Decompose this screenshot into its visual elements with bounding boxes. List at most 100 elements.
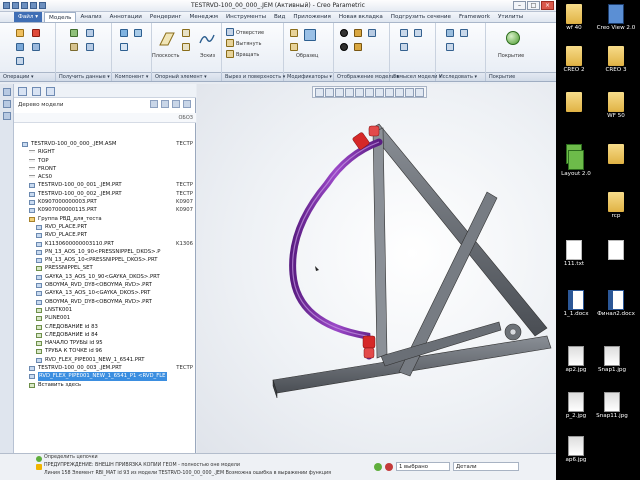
- group-operations[interactable]: Операции ▾: [0, 73, 56, 81]
- group-component[interactable]: Компонент ▾: [112, 73, 152, 81]
- tree-row[interactable]: СЛЕДОВАНИЕ id 83: [14, 323, 196, 331]
- desktop-icon[interactable]: Layout 2.0: [556, 150, 596, 177]
- tree-settings-icon[interactable]: [150, 100, 158, 108]
- shrinkwrap-icon[interactable]: [70, 43, 78, 51]
- selection-filter-dropdown[interactable]: Детали: [453, 462, 519, 471]
- model-tree-icon[interactable]: [18, 87, 27, 96]
- point-icon[interactable]: [182, 43, 190, 51]
- desktop-icon[interactable]: p_2.jpg: [556, 392, 596, 419]
- tree-filter-icon[interactable]: [172, 100, 180, 108]
- tab-utilities[interactable]: Утилиты: [494, 12, 527, 22]
- relations-icon[interactable]: [400, 29, 408, 37]
- hole-label[interactable]: Отверстие: [236, 30, 264, 36]
- desktop-icon[interactable]: 111.txt: [554, 240, 594, 267]
- section-icon[interactable]: [368, 29, 376, 37]
- assembly-model[interactable]: [197, 84, 556, 460]
- tab-manage[interactable]: Менеджм: [186, 12, 223, 22]
- tab-render[interactable]: Рендеринг: [146, 12, 186, 22]
- model-tree-tab-icon[interactable]: [3, 88, 11, 96]
- desktop-icon[interactable]: rcp: [596, 192, 636, 219]
- tree-row[interactable]: RIGHT: [14, 148, 196, 156]
- close-button[interactable]: ×: [541, 1, 554, 10]
- user-defined-feature-icon[interactable]: [70, 29, 78, 37]
- layer-tree-icon[interactable]: [32, 87, 41, 96]
- desktop-icon[interactable]: [596, 144, 636, 165]
- bottom-fitting[interactable]: [362, 335, 376, 359]
- tree-row[interactable]: FRONT: [14, 165, 196, 173]
- regen-status-icon[interactable]: [374, 462, 382, 471]
- desktop-icon[interactable]: Финал2.docx: [596, 290, 636, 317]
- group-modifiers[interactable]: Модификаторы ▾: [284, 73, 334, 81]
- tree-row[interactable]: TOP: [14, 157, 196, 165]
- desktop-icon[interactable]: Snap1.jpg: [592, 346, 632, 373]
- tree-row[interactable]: OBOYMA_RVD_DY8<OBOYMA_RVD>.PRT: [14, 281, 196, 289]
- group-model-display[interactable]: Отображение модели ▾: [334, 73, 399, 81]
- tree-row[interactable]: K0907000000115.PRT K0907: [14, 206, 196, 214]
- parameters-icon[interactable]: [414, 29, 422, 37]
- info-icon[interactable]: [446, 29, 454, 37]
- edit-icon[interactable]: [16, 57, 24, 65]
- graphics-viewport[interactable]: [197, 84, 556, 460]
- display-style-icon[interactable]: [354, 29, 362, 37]
- tree-row[interactable]: СЛЕДОВАНИЕ id 84: [14, 331, 196, 339]
- upper-arm[interactable]: [368, 123, 548, 337]
- tree-row[interactable]: PN_13_AOS_10_90<PRESSNIPPEL_DKOS>.P: [14, 248, 196, 256]
- tab-applications[interactable]: Приложения: [289, 12, 335, 22]
- tree-row[interactable]: OBOYMA_RVD_DY8<OBOYMA_RVD>.PRT: [14, 298, 196, 306]
- desktop-icon[interactable]: CREO 2: [554, 46, 594, 73]
- tab-tools[interactable]: Инструменты: [222, 12, 270, 22]
- tree-row[interactable]: PN_13_AOS_10<PRESSNIPPEL_DKOS>.PRT: [14, 256, 196, 264]
- tree-row[interactable]: RVD_FLEX_PIPE001_NEW_1_6541_P1 <RVD_FLE: [14, 372, 196, 381]
- tree-row[interactable]: PRESSNIPPEL_SET: [14, 264, 196, 272]
- tree-show-icon[interactable]: [161, 100, 169, 108]
- desktop-icon[interactable]: 1_1.docx: [556, 290, 596, 317]
- group-design-intent[interactable]: Замысел модели ▾: [390, 73, 442, 81]
- tab-new[interactable]: Новая вкладка: [335, 12, 387, 22]
- desktop-icon[interactable]: ap2.jpg: [556, 346, 596, 373]
- sketch-icon[interactable]: [198, 31, 216, 47]
- hydraulic-hose[interactable]: [289, 138, 383, 360]
- create-component-icon[interactable]: [134, 29, 142, 37]
- tree-row[interactable]: LNSTK001: [14, 306, 196, 314]
- revolve-icon[interactable]: [226, 50, 234, 58]
- hole-icon[interactable]: [226, 28, 234, 36]
- group-cut-surface[interactable]: Вырез и поверхность ▾: [222, 73, 285, 81]
- merge-icon[interactable]: [86, 43, 94, 51]
- group-get-data[interactable]: Получить данные ▾: [56, 73, 112, 81]
- desktop-icon[interactable]: wf 40: [554, 4, 594, 31]
- extrude-icon[interactable]: [226, 39, 234, 47]
- assemble-icon[interactable]: [120, 29, 128, 37]
- tab-annotate[interactable]: Аннотации: [106, 12, 146, 22]
- minimize-button[interactable]: –: [513, 1, 526, 10]
- axis-icon[interactable]: [182, 29, 190, 37]
- desktop-icon[interactable]: [596, 240, 636, 261]
- favorites-icon[interactable]: [46, 87, 55, 96]
- tree-row[interactable]: K0907000000003.PRT K0907: [14, 198, 196, 206]
- group-coverage[interactable]: Покрытие: [486, 73, 556, 81]
- tab-analysis[interactable]: Анализ: [76, 12, 105, 22]
- tree-row[interactable]: Вставить здесь: [14, 381, 196, 389]
- tab-load-section[interactable]: Подгрузить сечение: [387, 12, 455, 22]
- desktop-icon[interactable]: Creo View 2.0: [596, 4, 636, 31]
- copy-geometry-icon[interactable]: [86, 29, 94, 37]
- regenerate-icon[interactable]: [16, 29, 24, 37]
- tree-row[interactable]: TESTRVD-100_00_001_.JEM.PRT ТЕСТР: [14, 181, 196, 189]
- tree-row[interactable]: TESTRVD-100_00_002_.JEM.PRT ТЕСТР: [14, 190, 196, 198]
- appearance-icon[interactable]: [340, 29, 348, 37]
- tree-row[interactable]: GAYKA_13_AOS_10<GAYKA_DKOS>.PRT: [14, 289, 196, 297]
- extrude-label[interactable]: Вытянуть: [236, 41, 261, 47]
- tree-row[interactable]: PLINE001: [14, 314, 196, 322]
- repeat-icon[interactable]: [120, 43, 128, 51]
- mirror-icon[interactable]: [290, 29, 298, 37]
- search-icon[interactable]: [446, 43, 454, 51]
- tree-row[interactable]: НАЧАЛО ТРУБЫ id 95: [14, 339, 196, 347]
- group-investigate[interactable]: Исследовать ▾: [436, 73, 486, 81]
- tree-row[interactable]: RVD_PLACE.PRT: [14, 231, 196, 239]
- plane-icon[interactable]: [158, 31, 176, 47]
- desktop-icon[interactable]: CREO 3: [596, 46, 636, 73]
- pattern-icon[interactable]: [304, 29, 316, 41]
- maximize-button[interactable]: □: [527, 1, 540, 10]
- tree-row[interactable]: RVD_PLACE.PRT: [14, 223, 196, 231]
- tree-add-icon[interactable]: [183, 100, 191, 108]
- scene-icon[interactable]: [340, 43, 348, 51]
